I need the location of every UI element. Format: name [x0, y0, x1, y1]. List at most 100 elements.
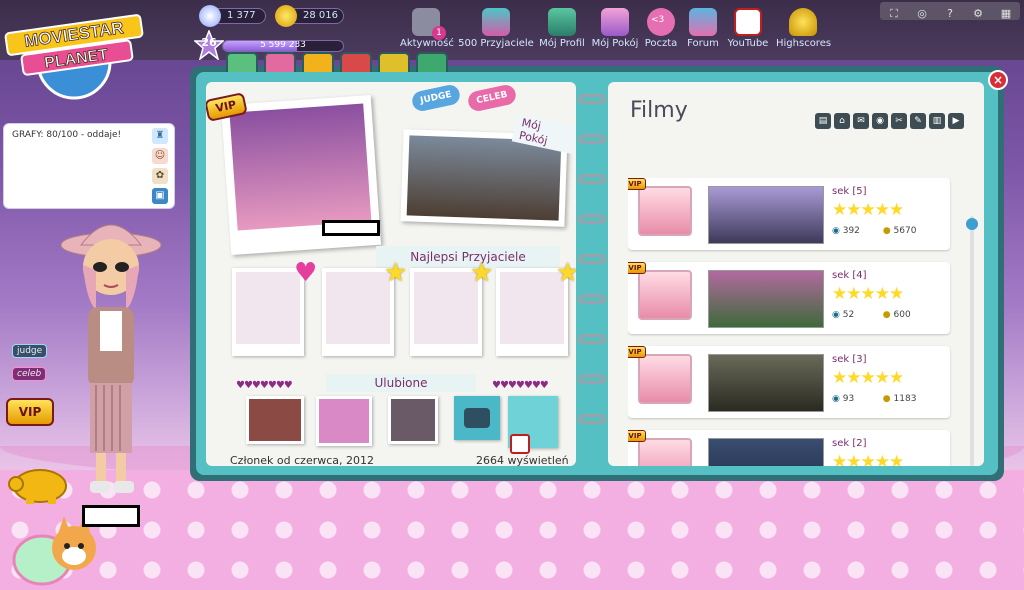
movie-thumbnail[interactable]: [708, 186, 824, 244]
chat-icon[interactable]: ✉: [853, 113, 869, 129]
help-icon[interactable]: ?: [943, 7, 957, 21]
youtube-icon[interactable]: ▶: [948, 113, 964, 129]
profile-icon: [548, 8, 576, 36]
pet-icon[interactable]: ✿: [152, 168, 168, 184]
room-icon: [601, 8, 629, 36]
movie-views: 52: [842, 310, 855, 320]
movie-creator-avatar: [638, 186, 692, 236]
diamond-icon: [199, 5, 221, 27]
movie-item[interactable]: VIP sek [3] ★★★★★ ◉ 93 ● 1183: [628, 346, 950, 418]
movie-name[interactable]: sek [3]: [832, 354, 867, 365]
movie-name[interactable]: sek [4]: [832, 270, 867, 281]
nav-youtube-label: YouTube: [727, 38, 769, 49]
player-avatar[interactable]: [56, 215, 166, 500]
judge-clip: JUDGE: [410, 83, 462, 113]
activity-icon: 1: [412, 8, 446, 40]
favorite-movie-image: [249, 399, 301, 441]
chat-actions: ♜ ☺ ✿ ▣: [152, 128, 170, 208]
coin-icon: [275, 5, 297, 27]
save-icon[interactable]: ▣: [152, 188, 168, 204]
system-toolbar: ⛶ ◎? ⚙ ▦: [880, 2, 1020, 20]
youtube-icon: [510, 434, 530, 454]
gear-icon[interactable]: ⚙: [971, 7, 985, 21]
nav-profile-label: Mój Profil: [539, 38, 585, 49]
starcoins-value: 28 016: [303, 10, 338, 21]
favorite-movie[interactable]: [246, 396, 304, 444]
room-photo-image: [406, 135, 562, 221]
settings-icon[interactable]: ◎: [915, 7, 929, 21]
moviestar-planet-logo[interactable]: MOVIESTAR PLANET: [2, 8, 152, 100]
vip-mini-badge: VIP: [628, 346, 646, 358]
nav-profile[interactable]: Mój Profil: [538, 8, 586, 49]
close-button[interactable]: ×: [988, 70, 1008, 90]
pen-icon[interactable]: ✎: [910, 113, 926, 129]
nav-friends-label: 500 Przyjaciele: [458, 38, 534, 49]
chat-bubble: GRAFY: 80/100 - oddaje! ♜ ☺ ✿ ▣: [3, 123, 175, 209]
add-photo-button[interactable]: [454, 396, 500, 440]
celeb-clip: CELEB: [466, 83, 518, 113]
nav-activity-label: Aktywność: [400, 38, 454, 49]
nav-forum-label: Forum: [687, 38, 719, 49]
star-icon: ★: [470, 258, 494, 288]
face-icon[interactable]: ☺: [152, 148, 168, 164]
piggy-bank-icon[interactable]: [6, 464, 72, 504]
movies-page: Filmy ▤ ⌂ ✉ ◉ ✂ ✎ ▥ ▶ VIP sek [5] ★★★★★ ◉ 392 ●…: [608, 82, 984, 466]
movies-title: Filmy: [630, 98, 688, 123]
movie-item[interactable]: VIP sek [5] ★★★★★ ◉ 392 ● 5670: [628, 178, 950, 250]
movie-item[interactable]: VIP sek [2] ★★★★★: [628, 430, 950, 466]
hearts-row-right: ♥♥♥♥♥♥♥: [492, 380, 549, 391]
hearts-row-left: ♥♥♥♥♥♥♥: [236, 380, 293, 391]
fullscreen-icon[interactable]: ⛶: [887, 7, 901, 21]
movie-name[interactable]: sek [5]: [832, 186, 867, 197]
fame-progress-bar: 5 599 233: [222, 40, 344, 52]
diamonds-value: 1 377: [227, 10, 256, 21]
nav-youtube[interactable]: YouTube: [726, 8, 770, 49]
nav-highscores[interactable]: Highscores: [776, 8, 831, 49]
movie-rating-stars: ★★★★★: [832, 368, 904, 388]
nav-mail[interactable]: <3 Poczta: [642, 8, 680, 49]
eye-icon: ◉: [832, 226, 840, 236]
movie-coins: 600: [893, 310, 911, 320]
camera-icon[interactable]: ◉: [872, 113, 888, 129]
movie-thumbnail[interactable]: [708, 354, 824, 412]
menu-icon[interactable]: ▦: [999, 7, 1013, 21]
favorite-artbook-image: [391, 399, 435, 441]
movie-item[interactable]: VIP sek [4] ★★★★★ ◉ 52 ● 600: [628, 262, 950, 334]
scrollbar-thumb[interactable]: [966, 218, 978, 230]
nav-activity[interactable]: 1 Aktywność: [400, 8, 454, 49]
favorite-artbook[interactable]: [388, 396, 438, 444]
heart-icon: ♥: [294, 258, 318, 288]
movie-rating-stars: ★★★★★: [832, 452, 904, 466]
book-icon[interactable]: ▤: [815, 113, 831, 129]
nav-room[interactable]: Mój Pokój: [590, 8, 640, 49]
friend-photo: [236, 272, 300, 344]
favorite-look[interactable]: [316, 396, 372, 446]
movie-creator-avatar: [638, 270, 692, 320]
youtube-icon: [734, 8, 762, 36]
movie-name[interactable]: sek [2]: [832, 438, 867, 449]
camera-plus-icon: [464, 408, 490, 428]
artbook-icon[interactable]: ▥: [929, 113, 945, 129]
vip-mini-badge: VIP: [628, 262, 646, 274]
shirt-icon[interactable]: ⌂: [834, 113, 850, 129]
movie-thumbnail[interactable]: [708, 270, 824, 328]
friends-icon: [482, 8, 510, 36]
favorite-look-image: [319, 399, 369, 443]
mail-icon: <3: [647, 8, 675, 36]
friend-photo: [500, 272, 564, 344]
redacted-username: [322, 220, 380, 236]
movie-thumbnail[interactable]: [708, 438, 824, 466]
movie-coins: 5670: [893, 226, 917, 236]
starcoins-counter[interactable]: 28 016: [275, 5, 344, 27]
chat-text: GRAFY: 80/100 - oddaje!: [12, 130, 122, 140]
movie-list: VIP sek [5] ★★★★★ ◉ 392 ● 5670 VIP sek […: [628, 178, 958, 466]
nav-forum[interactable]: Forum: [684, 8, 722, 49]
diamonds-counter[interactable]: 1 377: [199, 5, 266, 27]
pose-icon[interactable]: ♜: [152, 128, 168, 144]
movie-creator-avatar: [638, 438, 692, 466]
redacted-name: [82, 505, 140, 527]
clapper-icon[interactable]: ✂: [891, 113, 907, 129]
friend-photo: [414, 272, 478, 344]
nav-friends[interactable]: 500 Przyjaciele: [456, 8, 536, 49]
scrollbar-track[interactable]: [970, 216, 974, 466]
